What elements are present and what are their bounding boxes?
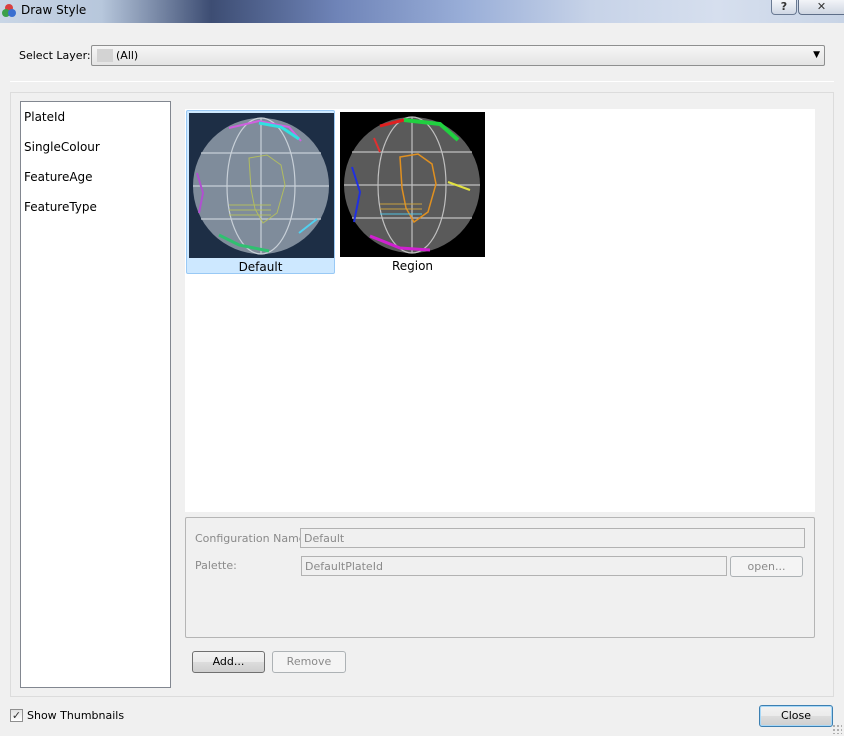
resize-grip-icon[interactable]	[832, 724, 842, 734]
style-type-list[interactable]: PlateId SingleColour FeatureAge FeatureT…	[20, 101, 171, 688]
select-layer-dropdown[interactable]: (All) ▼	[91, 45, 825, 66]
palette-label: Palette:	[195, 559, 237, 572]
chevron-down-icon: ▼	[813, 50, 820, 60]
select-layer-label: Select Layer:	[19, 49, 91, 62]
app-icon	[2, 4, 16, 18]
palette-field[interactable]: DefaultPlateId	[301, 556, 727, 576]
configuration-name-field[interactable]: Default	[300, 528, 805, 548]
show-thumbnails-label: Show Thumbnails	[27, 709, 125, 722]
list-item-featuretype[interactable]: FeatureType	[24, 200, 97, 214]
add-button[interactable]: Add...	[192, 651, 265, 673]
select-layer-value: (All)	[116, 49, 139, 62]
configuration-name-label: Configuration Name:	[195, 532, 310, 545]
thumbnail-region[interactable]: Region	[338, 110, 487, 274]
window-title: Draw Style	[21, 3, 87, 17]
show-thumbnails-checkbox[interactable]: ✓	[10, 709, 23, 722]
remove-button[interactable]: Remove	[272, 651, 346, 673]
list-item-singlecolour[interactable]: SingleColour	[24, 140, 100, 154]
layer-color-swatch	[97, 49, 113, 62]
help-button[interactable]: ?	[771, 0, 797, 15]
close-button[interactable]: Close	[759, 705, 833, 727]
list-item-featureage[interactable]: FeatureAge	[24, 170, 93, 184]
window-close-button[interactable]: ✕	[798, 0, 844, 15]
globe-default-icon	[189, 113, 334, 258]
thumbnail-view[interactable]: Default Region	[185, 109, 815, 512]
list-item-plateid[interactable]: PlateId	[24, 110, 65, 124]
thumbnail-label: Region	[391, 259, 434, 273]
thumbnail-label: Default	[238, 260, 283, 274]
globe-region-icon	[340, 112, 485, 257]
palette-open-button[interactable]: open...	[730, 556, 803, 577]
thumbnail-default[interactable]: Default	[186, 110, 335, 274]
title-bar: Draw Style ? ✕	[0, 0, 844, 23]
separator	[10, 81, 834, 82]
